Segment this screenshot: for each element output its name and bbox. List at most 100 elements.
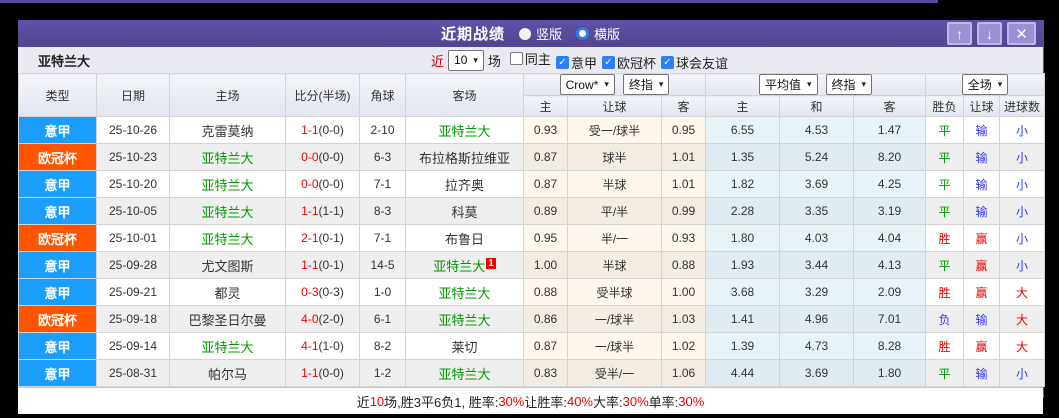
radio-unselected-icon — [518, 27, 531, 40]
date-cell: 25-09-21 — [96, 278, 170, 306]
move-down-button[interactable]: ↓ — [977, 22, 1002, 45]
result-wdl-cell: 平 — [925, 197, 965, 225]
col-header-away: 客场 — [405, 73, 524, 117]
title-group: 近期战绩 竖版 横版 — [441, 23, 620, 44]
summary-stat-value: 30% — [622, 393, 649, 409]
team-label: 亚特兰大 — [438, 312, 491, 328]
background-window-edge — [0, 0, 938, 3]
odds-draw-cell: 3.69 — [779, 359, 855, 387]
league-type-cell: 意甲 — [18, 197, 97, 225]
match-scope-select[interactable]: 全场 ▾ — [961, 74, 1009, 95]
filters-group: 近 10 ▾ 场 同主 ✓ 意甲 ✓ 欧冠杯 ✓ 球会友谊 — [431, 47, 728, 73]
match-row: 意甲 25-08-31 帕尔马 1-1(0-0) 1-2 亚特兰大 0.83 受半/一 1.06… — [18, 359, 1046, 387]
summary-stat-label: 场,胜3平6负1, 胜率: — [384, 394, 499, 410]
handicap-line-cell: 一/球半 — [567, 332, 662, 360]
odds-home-cell: 1.41 — [705, 305, 781, 333]
result-wdl-cell: 平 — [925, 359, 965, 387]
odds-away-cell: 2.09 — [853, 278, 927, 306]
handicap-away-odds-cell: 0.88 — [660, 251, 707, 279]
result-wdl-cell: 胜 — [925, 332, 965, 360]
odds-draw-cell: 4.73 — [779, 332, 855, 360]
handicap-line-cell: 半/一 — [567, 224, 662, 252]
chevron-down-icon: ▾ — [658, 79, 664, 89]
away-team-cell: 亚特兰大 — [405, 116, 524, 144]
match-row: 欧冠杯 25-09-18 巴黎圣日尔曼 4-0(2-0) 6-1 亚特兰大 0.86 一/球半… — [18, 305, 1046, 333]
team-label: 亚特兰大 — [201, 150, 254, 166]
filter-checkbox[interactable]: ✓ 欧冠杯 — [601, 53, 656, 72]
halftime-score: (1-1) — [318, 204, 344, 218]
move-up-button[interactable]: ↑ — [947, 22, 972, 45]
team-label: 亚特兰大 — [201, 231, 254, 247]
layout-radio-vertical[interactable]: 竖版 — [518, 24, 562, 43]
match-count-select[interactable]: 10 ▾ — [448, 49, 484, 71]
away-team-cell: 布鲁日 — [405, 224, 524, 252]
match-row: 欧冠杯 25-10-01 亚特兰大 2-1(0-1) 7-1 布鲁日 0.95 半/一 0.93… — [18, 224, 1046, 252]
odds-away-cell: 8.28 — [853, 332, 927, 360]
subcol-handicap-home: 主 — [523, 95, 568, 117]
close-icon: ✕ — [1015, 25, 1028, 43]
handicap-home-odds-cell: 1.00 — [523, 251, 568, 279]
team-label: 亚特兰大 — [201, 339, 254, 355]
odds-away-cell: 8.20 — [853, 143, 927, 171]
fulltime-score: 0-0 — [301, 150, 319, 164]
team-label: 亚特兰大 — [438, 123, 491, 139]
filter-checkbox[interactable]: 同主 — [509, 49, 551, 68]
fulltime-score: 1-1 — [301, 258, 319, 272]
score-cell: 1-1(0-0) — [285, 359, 360, 387]
handicap-time-select[interactable]: 终指 ▾ — [622, 74, 670, 95]
subcol-odds-away: 客 — [853, 95, 927, 117]
col-header-date: 日期 — [96, 73, 170, 117]
home-team-cell: 都灵 — [169, 278, 286, 306]
handicap-line-cell: 球半 — [567, 143, 662, 171]
result-handicap-cell: 赢 — [963, 224, 1001, 252]
odds-draw-cell: 3.29 — [779, 278, 855, 306]
summary-stat-value: 30% — [498, 393, 525, 409]
match-scope-select-value: 全场 — [967, 78, 992, 92]
match-row: 欧冠杯 25-10-23 亚特兰大 0-0(0-0) 6-3 布拉格斯拉维亚 0.87 球半 1… — [18, 143, 1046, 171]
summary-stat-label: 让胜率: — [524, 394, 567, 410]
filter-checkbox[interactable]: ✓ 意甲 — [555, 53, 597, 72]
match-row: 意甲 25-09-28 尤文图斯 1-1(0-1) 14-5 亚特兰大 1 1.00 半球 0.8… — [18, 251, 1046, 279]
halftime-score: (1-0) — [318, 339, 344, 353]
fulltime-score: 2-1 — [301, 231, 319, 245]
match-row: 意甲 25-09-14 亚特兰大 4-1(1-0) 8-2 莱切 0.87 一/球半 1.02 1… — [18, 332, 1046, 360]
filter-checkbox[interactable]: ✓ 球会友谊 — [660, 53, 728, 72]
team-label: 亚特兰大 — [438, 285, 491, 301]
odds-home-cell: 6.55 — [705, 116, 781, 144]
odds-home-cell: 1.39 — [705, 332, 781, 360]
fulltime-score: 0-0 — [301, 177, 319, 191]
summary-stat-value: 10 — [369, 393, 385, 409]
score-cell: 1-1(0-1) — [285, 251, 360, 279]
away-team-cell: 拉齐奥 — [405, 170, 524, 198]
odds-home-cell: 1.80 — [705, 224, 781, 252]
close-button[interactable]: ✕ — [1007, 22, 1036, 45]
handicap-away-odds-cell: 1.01 — [660, 170, 707, 198]
summary-stat-value: 40% — [566, 393, 593, 409]
date-cell: 25-09-28 — [96, 251, 170, 279]
checkbox-checked-icon: ✓ — [555, 55, 569, 69]
handicap-home-odds-cell: 0.88 — [523, 278, 568, 306]
down-arrow-icon: ↓ — [986, 25, 993, 42]
odds-time-select[interactable]: 终指 ▾ — [825, 74, 873, 95]
col-header-corner: 角球 — [359, 73, 406, 117]
team-label: 亚特兰大 — [433, 258, 486, 274]
summary-stat-label: 大率: — [593, 394, 623, 410]
layout-radio-horizontal[interactable]: 横版 — [576, 24, 620, 43]
odds-home-cell: 1.82 — [705, 170, 781, 198]
date-cell: 25-10-23 — [96, 143, 170, 171]
odds-home-cell: 2.28 — [705, 197, 781, 225]
league-type-cell: 意甲 — [18, 116, 97, 144]
league-badge: 欧冠杯 — [19, 306, 96, 332]
chevron-down-icon: ▾ — [604, 79, 609, 89]
corner-cell: 8-2 — [359, 332, 406, 360]
odds-draw-cell: 5.24 — [779, 143, 855, 171]
handicap-home-odds-cell: 0.93 — [523, 116, 568, 144]
team-label: 克雷莫纳 — [201, 123, 254, 139]
team-label: 亚特兰大 — [201, 177, 254, 193]
results-table: 类型 日期 主场 比分(半场) 角球 客场 Crow* ▾ 终指 ▾ 平均值 ▾… — [18, 73, 1046, 387]
result-wdl-cell: 平 — [925, 143, 965, 171]
team-label: 尤文图斯 — [201, 258, 254, 274]
date-cell: 25-10-05 — [96, 197, 170, 225]
odds-average-select[interactable]: 平均值 ▾ — [758, 74, 818, 95]
bookmaker-select[interactable]: Crow* ▾ — [559, 74, 615, 95]
